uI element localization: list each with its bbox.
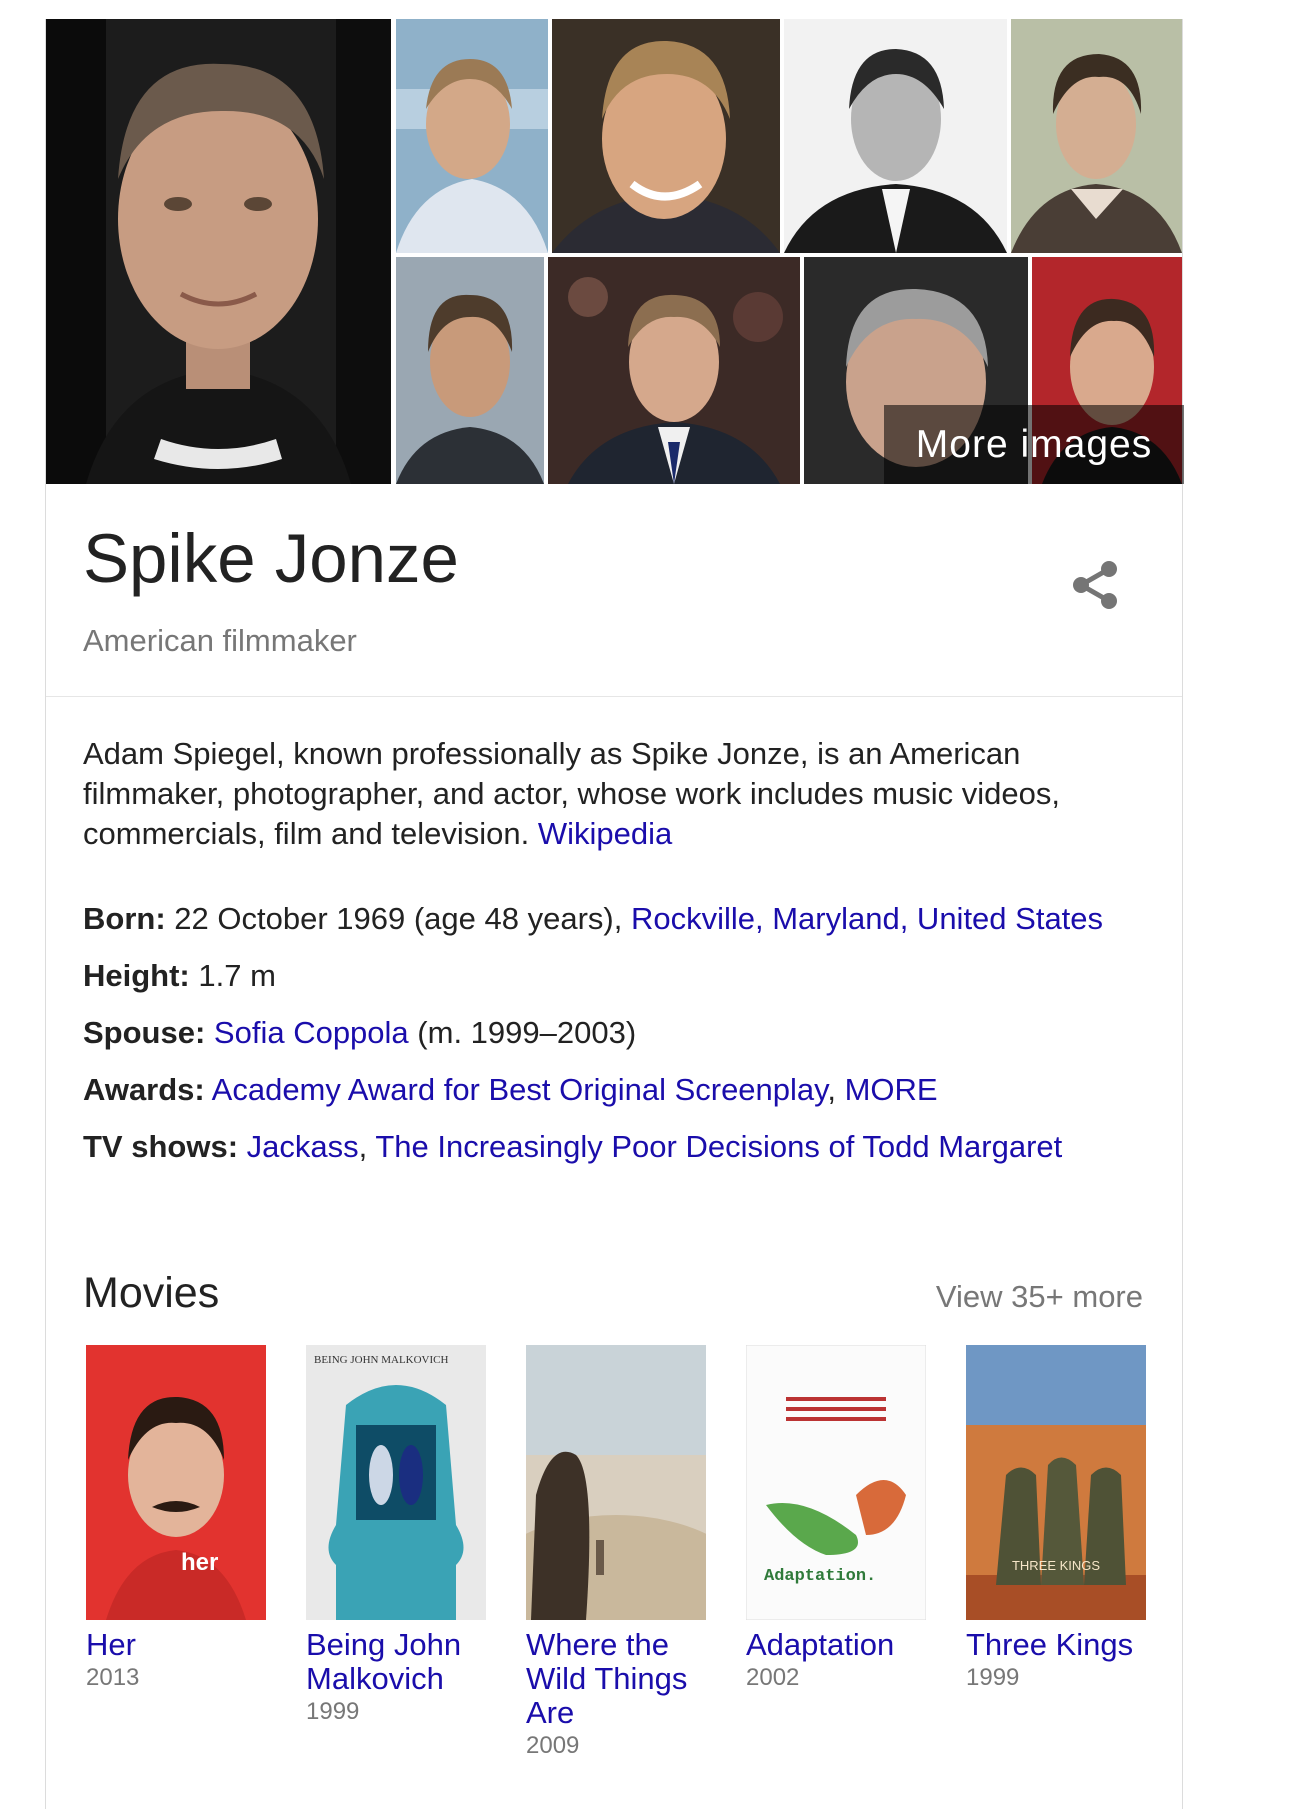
fact-value-born: 22 October 1969 (age 48 years), <box>174 901 623 936</box>
movie-title[interactable]: Her <box>86 1628 268 1662</box>
tv-shows-separator: , <box>358 1129 368 1164</box>
view-more-movies-link[interactable]: View 35+ more <box>936 1279 1143 1315</box>
poster-title-malkovich: BEING JOHN MALKOVICH <box>314 1354 448 1366</box>
fact-born: Born: 22 October 1969 (age 48 years), Ro… <box>83 899 1143 939</box>
movie-title[interactable]: Three Kings <box>966 1628 1148 1662</box>
movie-year: 1999 <box>966 1664 1020 1691</box>
fact-tv-shows: TV shows: Jackass, The Increasingly Poor… <box>83 1127 1143 1167</box>
gallery-photo-2[interactable] <box>552 19 780 253</box>
movie-poster[interactable]: Adaptation. <box>746 1345 926 1620</box>
movie-title[interactable]: Being John Malkovich <box>306 1628 488 1696</box>
movie-year: 2013 <box>86 1664 140 1691</box>
movie-poster[interactable]: BEING JOHN MALKOVICH <box>306 1345 486 1620</box>
main-photo[interactable] <box>46 19 391 484</box>
entity-title: Spike Jonze <box>83 520 459 597</box>
movie-item-being-john-malkovich[interactable]: BEING JOHN MALKOVICH Being John Malkovic… <box>306 1345 488 1728</box>
fact-height: Height: 1.7 m <box>83 956 1143 996</box>
entity-description: Adam Spiegel, known professionally as Sp… <box>83 734 1143 854</box>
tv-show-link[interactable]: Jackass <box>247 1129 359 1164</box>
movie-item-adaptation[interactable]: Adaptation. Adaptation 2002 <box>746 1345 928 1694</box>
movie-item-her[interactable]: her Her 2013 <box>86 1345 268 1694</box>
gallery-photo-3[interactable] <box>784 19 1007 253</box>
fact-label-tv-shows: TV shows: <box>83 1129 239 1164</box>
movie-year: 1999 <box>306 1698 360 1725</box>
movies-heading: Movies <box>83 1269 220 1317</box>
movie-poster[interactable] <box>526 1345 706 1620</box>
entity-header: Spike Jonze American filmmaker <box>83 524 1143 659</box>
movie-item-three-kings[interactable]: THREE KINGS Three Kings 1999 <box>966 1345 1148 1694</box>
fact-awards: Awards: Academy Award for Best Original … <box>83 1070 1143 1110</box>
movie-poster[interactable]: THREE KINGS <box>966 1345 1146 1620</box>
share-icon[interactable] <box>1069 559 1119 611</box>
poster-title-adaptation: Adaptation. <box>764 1567 876 1586</box>
movie-item-where-the-wild-things-are[interactable]: Where the Wild Things Are 2009 <box>526 1345 708 1762</box>
knowledge-panel: More images Spike Jonze American filmmak… <box>45 19 1184 1809</box>
entity-subtitle: American filmmaker <box>83 623 357 658</box>
header-divider <box>46 696 1182 697</box>
gallery-photo-6[interactable] <box>548 257 800 484</box>
facts-list: Born: 22 October 1969 (age 48 years), Ro… <box>83 899 1143 1184</box>
fact-label-spouse: Spouse: <box>83 1015 206 1050</box>
awards-more-link[interactable]: MORE <box>845 1072 938 1107</box>
fact-label-awards: Awards: <box>83 1072 205 1107</box>
movies-header: Movies View 35+ more <box>83 1269 1143 1319</box>
more-images-button[interactable]: More images <box>884 405 1184 484</box>
birthplace-link[interactable]: Rockville, Maryland, United States <box>631 901 1103 936</box>
fact-spouse: Spouse: Sofia Coppola (m. 1999–2003) <box>83 1013 1143 1053</box>
poster-title-three-kings: THREE KINGS <box>1012 1558 1100 1573</box>
award-link[interactable]: Academy Award for Best Original Screenpl… <box>212 1072 828 1107</box>
movie-poster[interactable]: her <box>86 1345 266 1620</box>
awards-separator: , <box>827 1072 836 1107</box>
gallery-photo-4[interactable] <box>1011 19 1182 253</box>
fact-label-born: Born: <box>83 901 166 936</box>
wikipedia-link[interactable]: Wikipedia <box>538 816 672 851</box>
gallery-photo-1[interactable] <box>396 19 548 253</box>
fact-label-height: Height: <box>83 958 190 993</box>
gallery-photo-5[interactable] <box>396 257 544 484</box>
spouse-link[interactable]: Sofia Coppola <box>214 1015 409 1050</box>
movie-title[interactable]: Adaptation <box>746 1628 928 1662</box>
fact-value-spouse: (m. 1999–2003) <box>417 1015 637 1050</box>
poster-title-her: her <box>181 1549 218 1576</box>
tv-show-link[interactable]: The Increasingly Poor Decisions of Todd … <box>375 1129 1062 1164</box>
more-images-label: More images <box>915 422 1153 466</box>
movie-year: 2009 <box>526 1732 580 1759</box>
fact-value-height: 1.7 m <box>198 958 276 993</box>
movie-title[interactable]: Where the Wild Things Are <box>526 1628 708 1730</box>
movie-year: 2002 <box>746 1664 800 1691</box>
